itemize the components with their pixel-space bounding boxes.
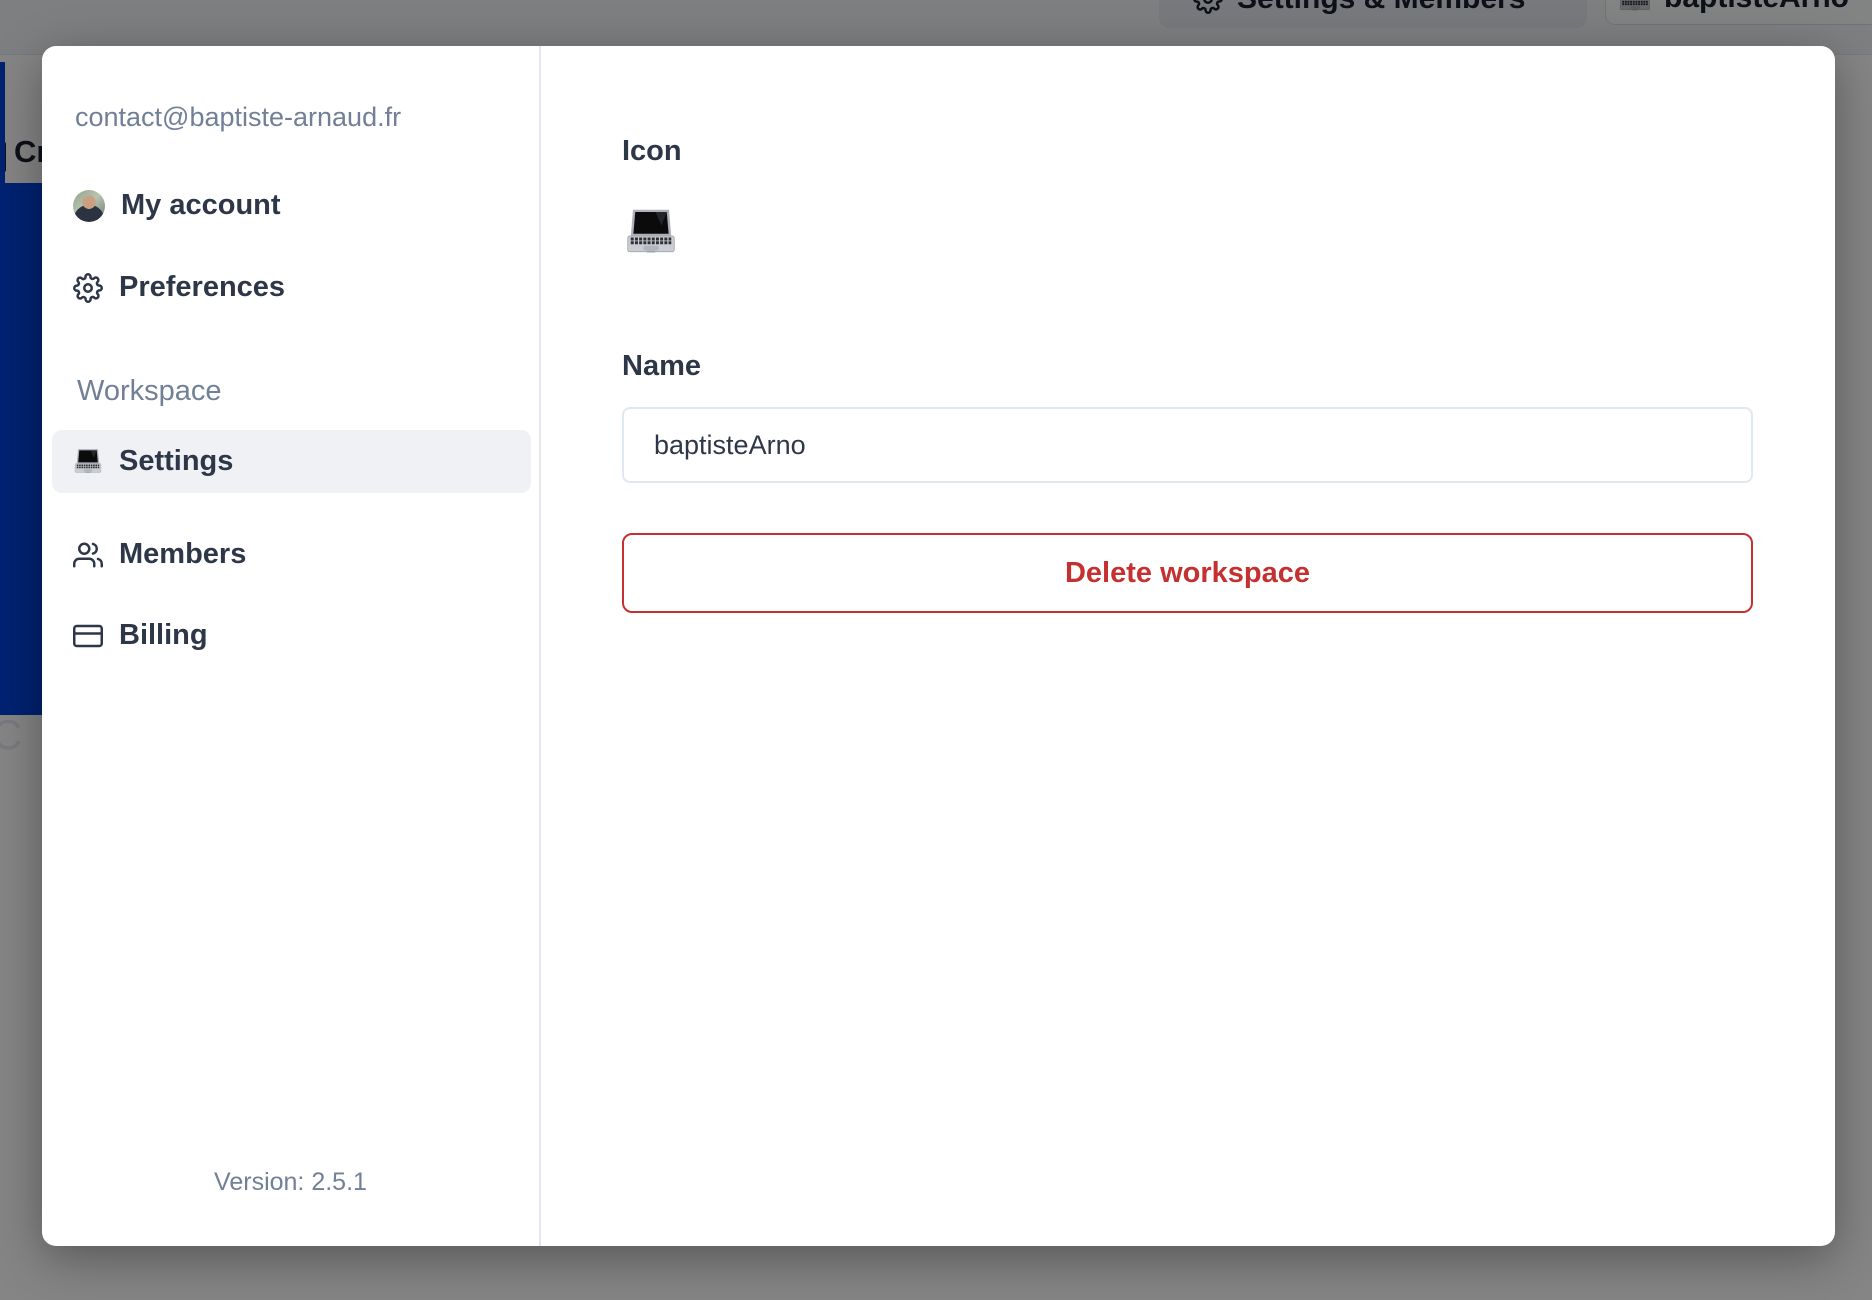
workspace-name-input[interactable] <box>622 407 1753 483</box>
account-email: contact@baptiste-arnaud.fr <box>75 102 402 132</box>
users-icon <box>73 542 103 567</box>
workspace-settings-modal: contact@baptiste-arnaud.fr My account Pr… <box>42 46 1835 1246</box>
workspace-icon-button[interactable] <box>616 198 686 268</box>
sidebar-item-label: Settings <box>119 445 234 477</box>
icon-section-heading: Icon <box>622 135 682 167</box>
screen: Settings & Members baptisteArno Cr C con… <box>0 0 1872 1300</box>
sidebar-item-label: Members <box>119 538 247 570</box>
sidebar-item-label: Preferences <box>119 271 286 303</box>
sidebar-item-settings[interactable]: Settings <box>52 430 531 493</box>
delete-workspace-button[interactable]: Delete workspace <box>622 533 1753 613</box>
credit-card-icon <box>73 624 103 647</box>
workspace-section-header: Workspace <box>77 375 222 407</box>
sidebar-item-preferences[interactable]: Preferences <box>52 256 531 319</box>
laptop-icon <box>626 208 676 254</box>
sidebar-item-my-account[interactable]: My account <box>52 174 531 237</box>
sidebar-item-label: My account <box>121 189 281 221</box>
settings-sidebar: contact@baptiste-arnaud.fr My account Pr… <box>42 46 541 1246</box>
sidebar-item-billing[interactable]: Billing <box>52 604 531 667</box>
gear-icon <box>73 272 103 303</box>
sidebar-item-label: Billing <box>119 619 208 651</box>
laptop-icon <box>74 447 102 474</box>
workspace-settings-panel: Icon Name Delete workspace <box>541 46 1835 1246</box>
user-avatar <box>73 189 105 222</box>
name-section-heading: Name <box>622 350 701 382</box>
version-text: Version: 2.5.1 <box>214 1168 367 1196</box>
sidebar-item-members[interactable]: Members <box>52 523 531 586</box>
